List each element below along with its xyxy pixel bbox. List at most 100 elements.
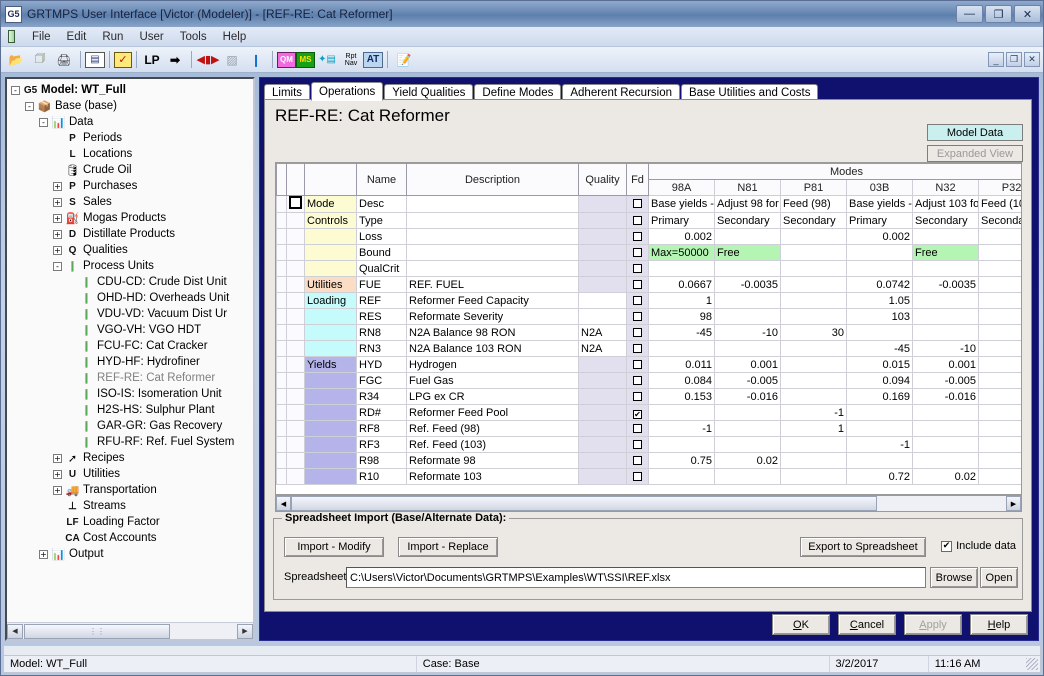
mode-value-cell[interactable]: 0.75	[649, 453, 715, 469]
fd-checkbox-cell[interactable]	[627, 373, 649, 389]
table-row[interactable]: YieldsHYDHydrogen0.0110.0010.0150.001	[277, 357, 1023, 373]
category-cell[interactable]	[305, 261, 357, 277]
resize-grip[interactable]	[1026, 658, 1038, 670]
mode-value-cell[interactable]	[913, 437, 979, 453]
mode-value-cell[interactable]: -1	[847, 437, 913, 453]
row-marker-cell[interactable]	[287, 405, 305, 421]
row-marker-cell[interactable]	[287, 373, 305, 389]
mode-value-cell[interactable]: 30	[781, 325, 847, 341]
name-cell[interactable]: RES	[357, 309, 407, 325]
mdi-close-button[interactable]: ✕	[1024, 52, 1040, 67]
mode-value-cell[interactable]	[649, 341, 715, 357]
tree-item[interactable]: -📊Data	[11, 114, 253, 130]
description-cell[interactable]: REF. FUEL	[407, 277, 579, 293]
qm-icon[interactable]: QM	[277, 52, 296, 68]
mdi-minimize-button[interactable]: _	[988, 52, 1004, 67]
grid-scroll-left-arrow[interactable]: ◀	[276, 496, 291, 511]
mode-value-cell[interactable]	[781, 309, 847, 325]
quality-cell[interactable]	[579, 357, 627, 373]
fd-checkbox-cell[interactable]	[627, 389, 649, 405]
tree-item[interactable]: ❙CDU-CD: Crude Dist Unit	[11, 274, 253, 290]
tree-item[interactable]: 🛢Crude Oil	[11, 162, 253, 178]
mode-value-cell[interactable]	[979, 261, 1023, 277]
table-row[interactable]: ModeDescBase yields -Adjust 98 forFeed (…	[277, 196, 1023, 213]
description-cell[interactable]: N2A Balance 103 RON	[407, 341, 579, 357]
import-modify-button[interactable]: Import - Modify	[284, 537, 384, 557]
tree-item[interactable]: ❙OHD-HD: Overheads Unit	[11, 290, 253, 306]
row-selector[interactable]	[277, 245, 287, 261]
mode-value-cell[interactable]	[979, 229, 1023, 245]
mode-value-cell[interactable]	[847, 325, 913, 341]
row-selector[interactable]	[277, 421, 287, 437]
row-marker-cell[interactable]	[287, 309, 305, 325]
mode-value-cell[interactable]: 0.02	[715, 453, 781, 469]
table-row[interactable]: RN8N2A Balance 98 RONN2A-45-1030	[277, 325, 1023, 341]
mode-value-cell[interactable]: 0.0742	[847, 277, 913, 293]
mode-value-cell[interactable]	[847, 405, 913, 421]
row-selector[interactable]	[277, 453, 287, 469]
expand-toggle-icon[interactable]: +	[53, 230, 62, 239]
row-selector[interactable]	[277, 261, 287, 277]
mode-value-cell[interactable]	[649, 437, 715, 453]
mode-value-cell[interactable]	[979, 469, 1023, 485]
scroll-left-arrow[interactable]: ◀	[7, 624, 23, 639]
table-row[interactable]: LoadingREFReformer Feed Capacity11.05	[277, 293, 1023, 309]
minimize-button[interactable]: —	[956, 5, 983, 23]
row-marker-cell[interactable]	[287, 245, 305, 261]
fd-checkbox[interactable]: ✔	[633, 410, 642, 419]
mode-value-cell[interactable]	[913, 405, 979, 421]
mode-value-cell[interactable]: Secondary	[781, 213, 847, 229]
tree-item[interactable]: -❙Process Units	[11, 258, 253, 274]
tree-item[interactable]: ❙GAR-GR: Gas Recovery	[11, 418, 253, 434]
mode-value-cell[interactable]	[979, 373, 1023, 389]
mode-value-cell[interactable]	[847, 261, 913, 277]
tree-item[interactable]: ❙HYD-HF: Hydrofiner	[11, 354, 253, 370]
quality-cell[interactable]	[579, 213, 627, 229]
scroll-right-arrow[interactable]: ▶	[237, 624, 253, 639]
fd-checkbox-cell[interactable]	[627, 341, 649, 357]
mode-value-cell[interactable]	[847, 453, 913, 469]
menu-help[interactable]: Help	[215, 29, 255, 45]
tree-item[interactable]: +➚Recipes	[11, 450, 253, 466]
description-cell[interactable]	[407, 196, 579, 213]
mode-value-cell[interactable]: 0.001	[715, 357, 781, 373]
tree-item[interactable]: +SSales	[11, 194, 253, 210]
browse-button[interactable]: Browse	[930, 567, 978, 588]
mode-value-cell[interactable]: -0.005	[715, 373, 781, 389]
mode-value-cell[interactable]	[913, 309, 979, 325]
balance-icon[interactable]: ◀▮▶	[196, 49, 220, 71]
mode-value-cell[interactable]: 0.015	[847, 357, 913, 373]
tree-item[interactable]: LFLoading Factor	[11, 514, 253, 530]
mode-value-cell[interactable]	[781, 373, 847, 389]
mode-value-cell[interactable]	[715, 341, 781, 357]
row-marker-cell[interactable]	[287, 277, 305, 293]
mode-value-cell[interactable]: 0.094	[847, 373, 913, 389]
mode-value-cell[interactable]	[781, 357, 847, 373]
row-selector[interactable]	[277, 389, 287, 405]
open-button[interactable]: Open	[980, 567, 1018, 588]
category-cell[interactable]	[305, 229, 357, 245]
quality-cell[interactable]	[579, 405, 627, 421]
fd-checkbox[interactable]	[633, 280, 642, 289]
quality-cell[interactable]	[579, 196, 627, 213]
row-selector[interactable]	[277, 309, 287, 325]
row-selector[interactable]	[277, 229, 287, 245]
grid-column-header[interactable]: Name	[357, 164, 407, 196]
cancel-button[interactable]: Cancel	[838, 614, 896, 635]
category-cell[interactable]: Controls	[305, 213, 357, 229]
mode-value-cell[interactable]	[715, 309, 781, 325]
mode-value-cell[interactable]	[979, 453, 1023, 469]
fd-checkbox[interactable]	[633, 296, 642, 305]
category-cell[interactable]	[305, 341, 357, 357]
mode-value-cell[interactable]	[913, 293, 979, 309]
table-row[interactable]: RN3N2A Balance 103 RONN2A-45-1030	[277, 341, 1023, 357]
fd-checkbox[interactable]	[633, 216, 642, 225]
row-selector[interactable]	[277, 469, 287, 485]
mode-value-cell[interactable]	[781, 277, 847, 293]
mode-value-cell[interactable]: 0.169	[847, 389, 913, 405]
mode-value-cell[interactable]	[979, 325, 1023, 341]
expand-toggle-icon[interactable]: +	[53, 246, 62, 255]
grid-scroll-thumb[interactable]	[291, 496, 877, 511]
tree-item[interactable]: ❙VDU-VD: Vacuum Dist Ur	[11, 306, 253, 322]
fd-checkbox-cell[interactable]	[627, 469, 649, 485]
